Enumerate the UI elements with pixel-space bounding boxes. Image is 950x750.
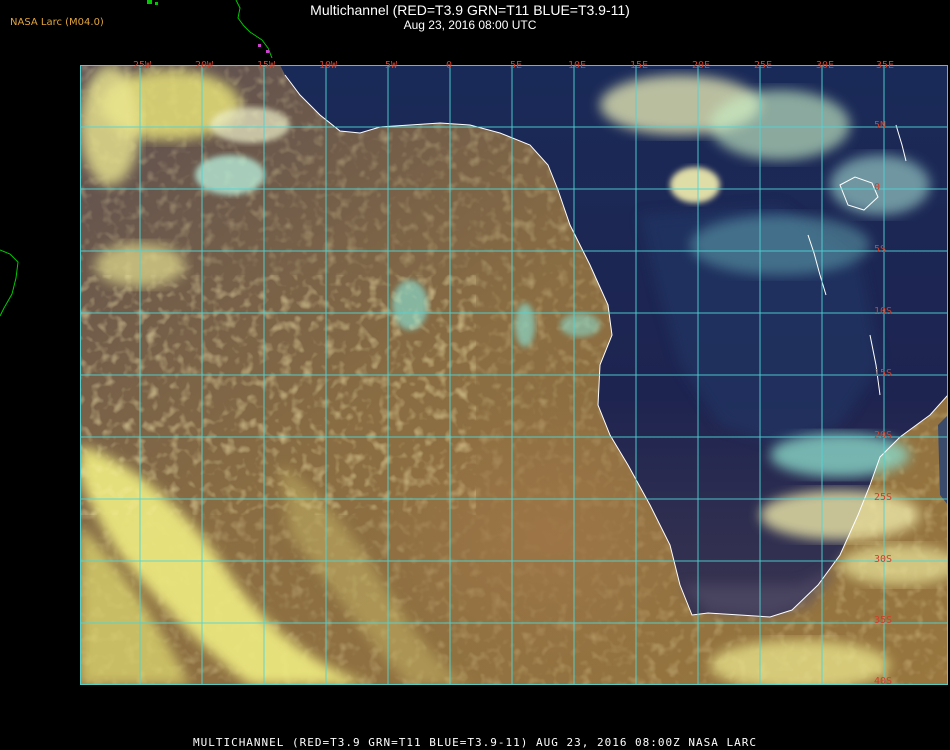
lat-label: 30S [874,554,893,565]
lat-label: 5S [874,244,887,255]
lon-label: 20E [692,60,711,71]
lon-label: 10W [319,60,338,71]
satellite-svg [80,65,948,685]
lat-label: 15S [874,368,893,379]
lat-label: 20S [874,430,893,441]
lon-label: 35E [876,60,895,71]
lat-label: 5N [874,120,887,131]
lat-label: 25S [874,492,893,503]
satellite-image [80,65,948,685]
lon-label: 30E [816,60,835,71]
lon-label: 10E [568,60,587,71]
lat-label: 40S [874,676,893,687]
lon-label: 5W [385,60,398,71]
lon-label: 20W [195,60,214,71]
lon-label: 25W [133,60,152,71]
lon-label: 15E [630,60,649,71]
lat-label: 10S [874,306,893,317]
lon-label: 5E [510,60,523,71]
footer-caption: MULTICHANNEL (RED=T3.9 GRN=T11 BLUE=T3.9… [192,736,758,749]
lon-label: 25E [754,60,773,71]
lat-label: 0 [874,182,881,193]
lat-label: 35S [874,615,893,626]
lon-label: 15W [257,60,276,71]
lon-label: 0 [446,60,453,71]
